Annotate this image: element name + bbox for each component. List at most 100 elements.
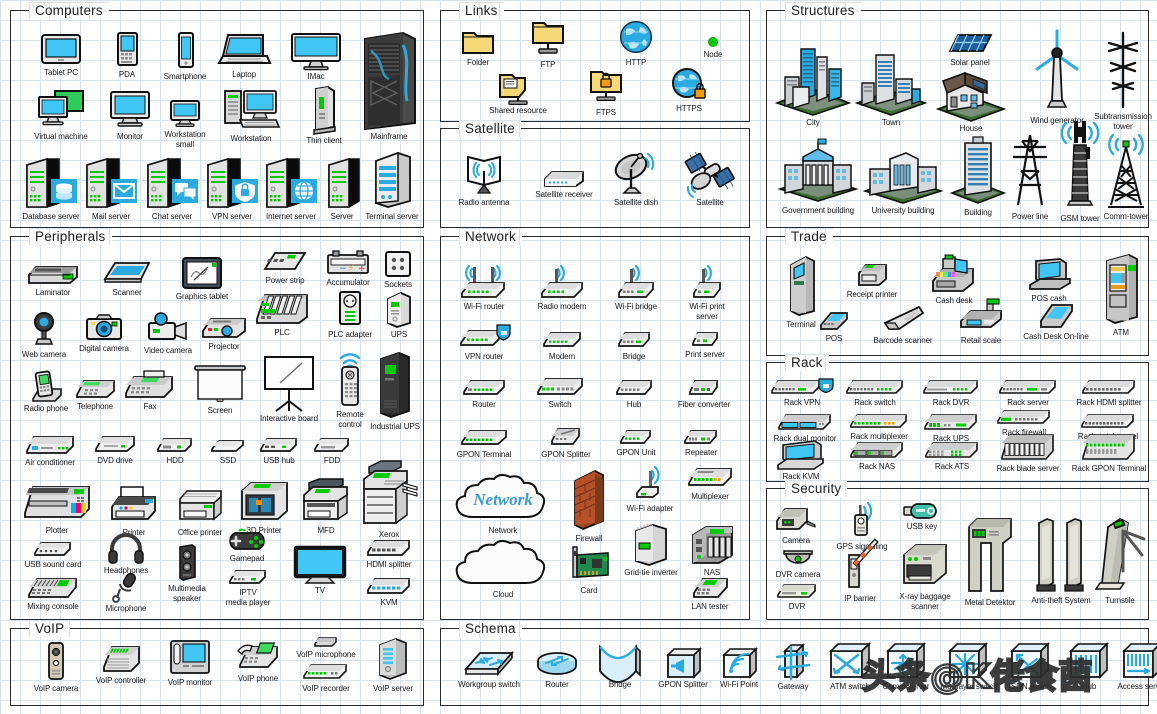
stencil-schema-router[interactable]: Router	[529, 649, 585, 690]
stencil-voip-monitor[interactable]: VoIP monitor	[157, 639, 223, 688]
stencil-dvr[interactable]: DVR	[769, 581, 825, 612]
stencil-sockets[interactable]: Sockets	[375, 249, 421, 290]
stencil-xray-baggage-scanner[interactable]: X-ray baggage scanner	[893, 539, 957, 611]
stencil-schema-isdn-switch[interactable]: ISDN switch	[997, 641, 1063, 692]
stencil-usb-hub[interactable]: USB hub	[253, 435, 305, 466]
stencil-schema-wifi-point[interactable]: Wi-Fi Point	[713, 647, 765, 690]
stencil-monitor[interactable]: Monitor	[99, 89, 161, 142]
stencil-wifi-router[interactable]: Wi-Fi router	[453, 259, 515, 312]
stencil-city[interactable]: City	[771, 33, 855, 128]
stencil-repeater[interactable]: Repeater	[673, 427, 729, 458]
stencil-ip-barrier[interactable]: IP barrier	[831, 538, 889, 604]
stencil-grid-tie-inverter[interactable]: Grid-tie inverter	[619, 521, 683, 578]
stencil-pda[interactable]: PDA	[96, 31, 158, 80]
stencil-mainframe[interactable]: Mainframe	[355, 31, 423, 143]
stencil-camera[interactable]: Camera	[769, 505, 823, 546]
stencil-internet-server[interactable]: Internet server	[259, 157, 323, 222]
stencil-voip-controller[interactable]: VoIP controller	[87, 641, 155, 686]
stencil-nas[interactable]: NAS	[685, 523, 739, 578]
stencil-usb-key[interactable]: USB key	[895, 501, 949, 532]
stencil-firewall[interactable]: Firewall	[563, 467, 615, 544]
stencil-schema-hub[interactable]: Hub	[1063, 641, 1115, 692]
stencil-microphone[interactable]: Microphone	[95, 571, 157, 614]
stencil-satellite-dish[interactable]: Satellite dish	[599, 149, 673, 208]
stencil-pos[interactable]: POS	[809, 307, 859, 344]
stencil-schema-comm-server[interactable]: Comm server	[875, 641, 937, 692]
stencil-wifi-adapter[interactable]: Wi-Fi adapter	[619, 463, 681, 514]
stencil-http[interactable]: HTTP	[611, 19, 661, 68]
stencil-dvr-camera[interactable]: DVR camera	[769, 545, 827, 580]
stencil-https[interactable]: HTTPS	[665, 67, 713, 114]
stencil-hub[interactable]: Hub	[607, 377, 661, 410]
stencil-scanner[interactable]: Scanner	[97, 257, 157, 298]
stencil-comm-tower[interactable]: Comm-tower	[1101, 129, 1151, 222]
stencil-voip-server[interactable]: VoIP server	[365, 635, 421, 694]
stencil-chat-server[interactable]: Chat server	[143, 157, 201, 222]
stencil-gamepad[interactable]: Gamepad	[219, 527, 275, 564]
stencil-ssd[interactable]: SSD	[205, 437, 251, 466]
stencil-card[interactable]: Card	[559, 543, 619, 596]
stencil-fax[interactable]: Fax	[119, 367, 181, 412]
stencil-plc[interactable]: PLC	[249, 289, 315, 338]
stencil-hdmi-splitter[interactable]: HDMI splitter	[357, 537, 421, 570]
stencil-imac[interactable]: IMac	[281, 31, 351, 82]
stencil-dvd-drive[interactable]: DVD drive	[87, 433, 143, 466]
stencil-tv[interactable]: TV	[285, 545, 355, 596]
stencil-web-camera[interactable]: Web camera	[17, 311, 71, 360]
stencil-ftp[interactable]: FTP	[523, 19, 573, 70]
stencil-industrial-ups[interactable]: Industrial UPS	[367, 349, 423, 432]
stencil-radio-antenna[interactable]: Radio antenna	[451, 151, 517, 208]
stencil-turnstile[interactable]: Turnstile	[1091, 509, 1149, 606]
stencil-iptv-media-player[interactable]: IPTV media player	[217, 567, 279, 607]
stencil-workstation-small[interactable]: Workstation small	[153, 99, 217, 149]
stencil-mail-server[interactable]: Mail server	[81, 157, 141, 222]
stencil-node[interactable]: Node	[691, 35, 735, 60]
stencil-bridge-device[interactable]: Bridge	[607, 329, 661, 362]
stencil-shared-resource[interactable]: Shared resource	[481, 71, 555, 116]
stencil-mfd[interactable]: MFD	[297, 477, 355, 536]
stencil-fiber-converter[interactable]: Fiber converter	[669, 377, 739, 410]
stencil-plotter[interactable]: Plotter	[17, 477, 97, 536]
stencil-building[interactable]: Building	[947, 133, 1009, 218]
stencil-radio-modem[interactable]: Radio modem	[529, 263, 595, 312]
stencil-tablet-pc[interactable]: Tablet PC	[23, 31, 99, 78]
stencil-projector[interactable]: Projector	[195, 311, 253, 352]
stencil-house[interactable]: House	[931, 67, 1011, 134]
stencil-anti-theft-system[interactable]: Anti-theft System	[1025, 515, 1097, 606]
stencil-rack-ats[interactable]: Rack ATS	[919, 439, 985, 472]
stencil-folder[interactable]: Folder	[453, 27, 503, 68]
stencil-lan-tester[interactable]: LAN tester	[679, 575, 741, 612]
stencil-air-conditioner[interactable]: Air conditioner	[17, 433, 83, 468]
stencil-receipt-printer[interactable]: Receipt printer	[841, 259, 903, 300]
stencil-rack-blade-server[interactable]: Rack blade server	[989, 431, 1067, 474]
stencil-router[interactable]: Router	[453, 377, 515, 410]
stencil-schema-bridge[interactable]: Bridge	[591, 643, 649, 690]
stencil-mixing-console[interactable]: Mixing console	[17, 575, 89, 612]
stencil-workstation[interactable]: Workstation	[213, 87, 289, 144]
stencil-university-building[interactable]: University building	[859, 143, 947, 216]
stencil-schema-gateway[interactable]: Gateway	[767, 643, 819, 692]
stencil-print-server[interactable]: Print server	[675, 329, 735, 360]
stencil-plc-adapter[interactable]: PLC adapter	[319, 289, 381, 340]
stencil-town[interactable]: Town	[853, 45, 929, 128]
stencil-network-cloud[interactable]: Network Network	[447, 473, 559, 536]
stencil-workgroup-switch[interactable]: Workgroup switch	[453, 647, 525, 690]
stencil-cash-desk-online[interactable]: Cash Desk On-line	[1019, 301, 1093, 342]
stencil-rack-nas[interactable]: Rack NAS	[841, 439, 913, 472]
stencil-metal-detektor[interactable]: Metal Detektor	[957, 511, 1023, 608]
stencil-voip-phone[interactable]: VoIP phone	[227, 641, 289, 684]
stencil-ftps[interactable]: FTPS	[583, 69, 629, 118]
stencil-digital-camera[interactable]: Digital camera	[69, 311, 139, 354]
stencil-smartphone[interactable]: Smartphone	[151, 31, 219, 82]
stencil-kvm[interactable]: KVM	[357, 575, 421, 608]
stencil-modem[interactable]: Modem	[533, 329, 591, 362]
stencil-wifi-bridge[interactable]: Wi-Fi bridge	[605, 263, 667, 312]
stencil-multimedia-speaker[interactable]: Multimedia speaker	[159, 543, 215, 603]
stencil-rack-server[interactable]: Rack server	[989, 377, 1067, 408]
stencil-schema-atm-switch[interactable]: ATM switch	[819, 641, 881, 692]
stencil-cash-desk[interactable]: Cash desk	[923, 254, 985, 306]
stencil-laminator[interactable]: Laminator	[21, 259, 85, 298]
stencil-cloud[interactable]: Cloud	[447, 539, 559, 600]
stencil-gpon-splitter[interactable]: GPON Splitter	[533, 425, 599, 460]
stencil-rack-gpon-terminal[interactable]: Rack GPON Terminal	[1067, 431, 1151, 474]
